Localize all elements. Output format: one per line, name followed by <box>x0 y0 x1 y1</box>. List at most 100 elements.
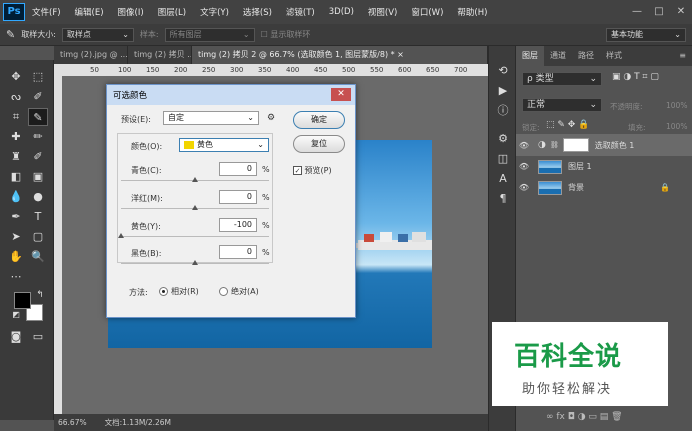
visibility-eye-icon[interactable]: 👁 <box>516 183 532 192</box>
menu-image[interactable]: 图像(I) <box>111 6 151 18</box>
menu-3d[interactable]: 3D(D) <box>322 7 361 17</box>
show-ring-checkbox[interactable]: ☐ 显示取样环 <box>261 29 311 40</box>
filter-icons[interactable]: ▣ ◑ T ⌗ ▢ <box>612 72 659 82</box>
tab-doc-3[interactable]: timg (2) 拷贝 2 @ 66.7% (选取颜色 1, 图层蒙版/8) *… <box>192 46 488 64</box>
menu-filter[interactable]: 滤镜(T) <box>279 6 322 18</box>
tab-styles[interactable]: 样式 <box>600 46 628 66</box>
menu-layer[interactable]: 图层(L) <box>151 6 193 18</box>
sample-size-select[interactable]: 取样点 ⌄ <box>61 27 134 42</box>
character-icon[interactable]: A <box>493 170 513 188</box>
yellow-swatch <box>184 140 194 149</box>
sample-select[interactable]: 所有图层 ⌄ <box>164 27 255 42</box>
tab-doc-2[interactable]: timg (2) 拷贝 ... <box>128 46 192 64</box>
path-select-tool-icon[interactable]: ➤ <box>6 228 26 246</box>
gradient-tool-icon[interactable]: ▣ <box>28 168 48 186</box>
chevron-down-icon: ⌄ <box>242 29 250 39</box>
history-icon[interactable]: ⟲ <box>493 62 513 80</box>
menu-type[interactable]: 文字(Y) <box>193 6 236 18</box>
workspace-select[interactable]: 基本功能 ⌄ <box>606 27 686 42</box>
chevron-down-icon: ⌄ <box>122 29 129 39</box>
minimize-button[interactable]: — <box>626 2 648 22</box>
paragraph-icon[interactable]: ¶ <box>493 190 513 208</box>
quick-select-tool-icon[interactable]: ✐ <box>28 88 48 106</box>
tab-doc-1[interactable]: timg (2).jpg @ ... <box>54 46 128 64</box>
colors-select[interactable]: 黄色 ⌄ <box>179 138 269 152</box>
marquee-tool-icon[interactable]: ⬚ <box>28 68 48 86</box>
visibility-eye-icon[interactable]: 👁 <box>516 141 532 150</box>
eyedropper-icon[interactable]: ✎ <box>6 28 15 41</box>
panel-menu-icon[interactable]: ≡ <box>673 46 692 66</box>
brush-tool-icon[interactable]: ✏ <box>28 128 48 146</box>
slider-value-input[interactable]: -100 <box>219 218 257 232</box>
history-brush-icon[interactable]: ✐ <box>28 148 48 166</box>
menu-select[interactable]: 选择(S) <box>236 6 279 18</box>
menu-edit[interactable]: 编辑(E) <box>68 6 111 18</box>
slider-thumb[interactable] <box>192 177 198 182</box>
slider-thumb[interactable] <box>192 260 198 265</box>
foreground-color-swatch[interactable] <box>14 292 31 309</box>
dialog-close-button[interactable]: ✕ <box>331 88 351 101</box>
zoom-tool-icon[interactable]: 🔍 <box>28 248 48 266</box>
lasso-tool-icon[interactable]: ᔓ <box>6 88 26 106</box>
pen-tool-icon[interactable]: ✒ <box>6 208 26 226</box>
relative-radio[interactable]: 相对(R) <box>159 286 199 297</box>
layer-row-selective-color[interactable]: 👁 ◑ ⛓ 选取颜色 1 <box>516 134 692 156</box>
tab-layers[interactable]: 图层 <box>516 46 544 66</box>
link-icon[interactable]: ⛓ <box>550 141 559 149</box>
hand-tool-icon[interactable]: ✋ <box>6 248 26 266</box>
eraser-tool-icon[interactable]: ◧ <box>6 168 26 186</box>
actions-play-icon[interactable]: ▶ <box>493 82 513 100</box>
lock-icons[interactable]: ⬚ ✎ ✥ 🔒 <box>546 120 589 130</box>
more-tools-icon[interactable]: ⋯ <box>6 268 26 286</box>
blend-mode-select[interactable]: 正常 ⌄ <box>522 98 602 112</box>
menu-view[interactable]: 视图(V) <box>361 6 404 18</box>
preset-options-gear-icon[interactable]: ⚙ <box>267 113 275 123</box>
maximize-button[interactable]: □ <box>648 2 670 22</box>
stamp-tool-icon[interactable]: ♜ <box>6 148 26 166</box>
quick-mask-icon[interactable]: ◙ <box>6 328 26 346</box>
zoom-level[interactable]: 66.67% <box>58 418 87 427</box>
menu-file[interactable]: 文件(F) <box>25 6 68 18</box>
slider-thumb[interactable] <box>192 205 198 210</box>
ok-button[interactable]: 确定 <box>293 111 345 129</box>
slider-value-input[interactable]: 0 <box>219 190 257 204</box>
swap-colors-icon[interactable]: ↰ <box>30 286 50 304</box>
shape-tool-icon[interactable]: ▢ <box>28 228 48 246</box>
layer-row-layer-1[interactable]: 👁 图层 1 <box>516 156 692 177</box>
properties-icon[interactable]: ◫ <box>493 150 513 168</box>
layers-footer-icons[interactable]: ∞ fx ◘ ◑ ▭ ▤ 🗑 <box>546 412 623 422</box>
absolute-radio[interactable]: 绝对(A) <box>219 286 259 297</box>
tab-channels[interactable]: 通道 <box>544 46 572 66</box>
reset-button[interactable]: 复位 <box>293 135 345 153</box>
preset-label: 预设(E): <box>121 115 151 124</box>
info-icon[interactable]: ⓘ <box>493 102 513 120</box>
adjustments-icon[interactable]: ⚙ <box>493 130 513 148</box>
dialog-titlebar[interactable]: 可选颜色 <box>107 85 355 105</box>
blur-tool-icon[interactable]: 💧 <box>6 188 26 206</box>
slider-thumb[interactable] <box>118 233 124 238</box>
close-window-button[interactable]: ✕ <box>670 2 692 22</box>
dodge-tool-icon[interactable]: ● <box>28 188 48 206</box>
visibility-eye-icon[interactable]: 👁 <box>516 162 532 171</box>
close-tab-icon[interactable]: × <box>397 50 404 59</box>
move-tool-icon[interactable]: ✥ <box>6 68 26 86</box>
ruler-tick: 200 <box>174 66 188 74</box>
preview-checkbox[interactable]: ✓ 预览(P) <box>293 165 332 176</box>
menu-window[interactable]: 窗口(W) <box>404 6 450 18</box>
menu-help[interactable]: 帮助(H) <box>450 6 494 18</box>
text-tool-icon[interactable]: T <box>28 208 48 226</box>
layer-row-background[interactable]: 👁 背景 🔒 <box>516 177 692 198</box>
slider-value-input[interactable]: 0 <box>219 245 257 259</box>
slider-track[interactable] <box>121 236 269 237</box>
slider-value-input[interactable]: 0 <box>219 162 257 176</box>
tab-paths[interactable]: 路径 <box>572 46 600 66</box>
eyedropper-tool-icon[interactable]: ✎ <box>28 108 48 126</box>
layer-mask-thumbnail[interactable] <box>562 138 589 152</box>
healing-tool-icon[interactable]: ✚ <box>6 128 26 146</box>
crop-tool-icon[interactable]: ⌗ <box>6 108 26 126</box>
fill-value[interactable]: 100% <box>666 122 687 131</box>
opacity-value[interactable]: 100% <box>666 101 687 110</box>
layer-kind-filter[interactable]: ρ 类型 ⌄ <box>522 72 602 86</box>
preset-select[interactable]: 自定 ⌄ <box>163 111 259 125</box>
screen-mode-icon[interactable]: ▭ <box>28 328 48 346</box>
